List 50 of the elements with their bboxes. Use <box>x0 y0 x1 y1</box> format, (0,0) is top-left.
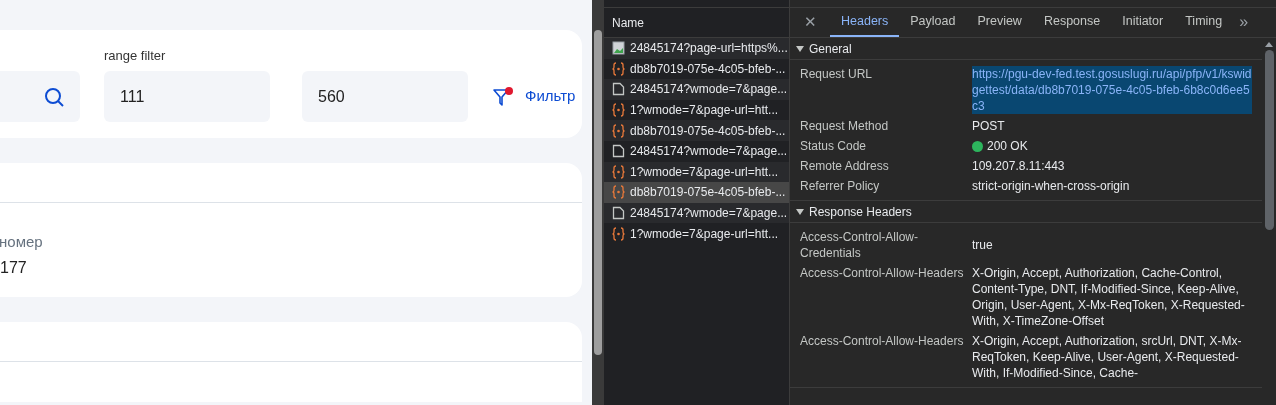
range-input[interactable]: 111 <box>104 71 270 122</box>
request-name: 24845174?wmode=7&page... <box>630 81 788 99</box>
header-value: 109.207.8.11:443 <box>972 158 1065 174</box>
header-value: X-Origin, Accept, Authorization, Cache-Control, Content-Type, DNT, If-Modified-Since, Keep-Alive, Origin, User-Agent, X-Mx-ReqToken, X-Requested-With, X-TimeZone-Offset <box>972 265 1246 329</box>
request-name: 1?wmode=7&page-url=htt... <box>630 225 779 243</box>
section-title: General <box>809 40 852 58</box>
range-input[interactable]: 560 <box>302 71 468 122</box>
section-header[interactable]: Response Headers <box>790 201 1262 223</box>
request-name: 1?wmode=7&page-url=htt... <box>630 102 779 120</box>
header-value: https://pgu-dev-fed.test.gosuslugi.ru/api/pfp/v1/kswidgettest/data/db8b7019-075e-4c05-bfeb-6b8c0d6ee5c3 <box>972 66 1252 114</box>
field-label: номер <box>0 232 44 252</box>
field-label: range filter <box>104 46 167 65</box>
header-name: Access-Control-Allow-Credentials <box>800 229 920 261</box>
request-name: 24845174?page-url=https%... <box>630 40 788 58</box>
tab[interactable]: Timing <box>1174 7 1234 37</box>
request-row[interactable]: 1?wmode=7&page-url=htt... <box>604 161 789 183</box>
request-row[interactable]: db8b7019-075e-4c05-bfeb-... <box>604 182 789 203</box>
tab[interactable]: Payload <box>899 7 967 37</box>
request-row[interactable]: 24845174?wmode=7&page... <box>604 202 789 224</box>
request-name: db8b7019-075e-4c05-bfeb-... <box>630 184 786 202</box>
header-name: Access-Control-Allow-Headers <box>800 265 965 282</box>
request-row[interactable]: 24845174?page-url=https%... <box>604 38 789 59</box>
request-name: 1?wmode=7&page-url=htt... <box>630 163 779 181</box>
tab[interactable]: Response <box>1032 7 1112 37</box>
tab[interactable]: Initiator <box>1111 7 1175 37</box>
header-name: Referrer Policy <box>800 178 881 194</box>
header-name: Request Method <box>800 118 890 134</box>
tab[interactable]: Preview <box>966 7 1033 37</box>
filters-button[interactable]: Фильтр <box>492 71 576 122</box>
request-row[interactable]: 24845174?wmode=7&page... <box>604 79 789 100</box>
section-title: Response Headers <box>809 203 912 221</box>
header-value: strict-origin-when-cross-origin <box>972 178 1130 194</box>
header-value: true <box>972 237 993 253</box>
header-value: 200 OK <box>987 138 1028 154</box>
section-header[interactable]: General <box>790 38 1262 60</box>
request-name: 24845174?wmode=7&page... <box>630 205 788 223</box>
close-button[interactable]: ✕ <box>804 7 822 37</box>
header-name: Remote Address <box>800 158 890 174</box>
header-name: Access-Control-Allow-Headers <box>800 333 965 350</box>
tab[interactable]: Headers <box>830 7 900 37</box>
header-name: Status Code <box>800 138 868 154</box>
request-name: db8b7019-075e-4c05-bfeb-... <box>630 122 786 140</box>
header-value: POST <box>972 118 1005 134</box>
request-row[interactable]: db8b7019-075e-4c05-bfeb-... <box>604 120 789 141</box>
more-tabs-button[interactable]: » <box>1233 7 1255 37</box>
request-name: 24845174?wmode=7&page... <box>630 143 788 161</box>
header-name: Request URL <box>800 66 874 83</box>
header-value: X-Origin, Accept, Authorization, srcUrl, DNT, X-Mx-ReqToken, Keep-Alive, User-Agent, X-Requested-With, If-Modified-Since, Cache- <box>972 333 1243 381</box>
field-value: 177 <box>0 257 28 278</box>
request-name: db8b7019-075e-4c05-bfeb-... <box>630 60 786 78</box>
